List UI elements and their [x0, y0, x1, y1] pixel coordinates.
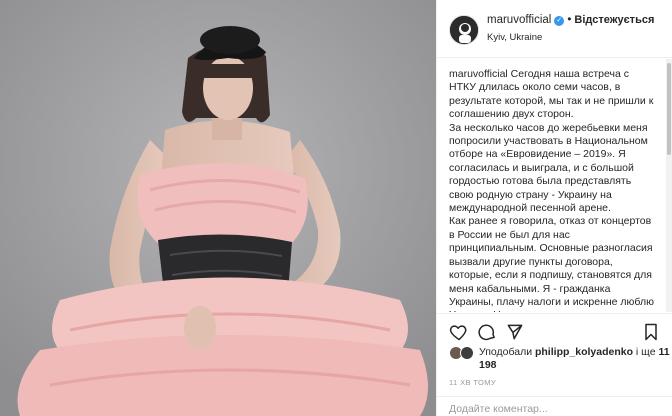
likes-prefix: Уподобали: [479, 346, 535, 358]
liker-username-link[interactable]: philipp_kolyadenko: [535, 346, 633, 358]
username-link[interactable]: maruvofficial: [487, 14, 551, 26]
caption-username-link[interactable]: maruvofficial: [449, 68, 508, 80]
location-link[interactable]: Kyiv, Ukraine: [487, 32, 542, 43]
post-timestamp[interactable]: 11 ХВ ТОМУ: [449, 378, 496, 387]
comment-box: [437, 396, 672, 416]
caption-paragraph: maruvofficial Сегодня наша встреча с НТК…: [449, 68, 657, 122]
action-bar: [437, 313, 672, 349]
post-header: maruvofficial ✓ • Відстежується Kyiv, Ukrai…: [437, 0, 672, 58]
heart-icon[interactable]: [449, 322, 469, 342]
comment-input[interactable]: [449, 402, 659, 416]
caption-paragraph: За несколько часов до жеребьевки меня по…: [449, 121, 648, 215]
bookmark-icon[interactable]: [641, 322, 661, 342]
caption-body: maruvofficial Сегодня наша встреча с НТК…: [437, 59, 665, 312]
caption-paragraph: Как ранее я говорила, отказ от концертов…: [449, 215, 654, 312]
likes-text: Уподобали philipp_kolyadenko і ще 11 198: [479, 346, 671, 372]
avatar[interactable]: [449, 15, 479, 45]
likes-middle: і ще: [633, 346, 659, 358]
avatar-image: [450, 16, 478, 44]
header-user-line: maruvofficial ✓ • Відстежується: [487, 14, 654, 26]
scrollbar-thumb[interactable]: [667, 63, 671, 155]
verified-badge-icon: ✓: [554, 16, 565, 26]
photo-illustration: [0, 0, 436, 416]
post-side-panel: maruvofficial ✓ • Відстежується Kyiv, Ukrai…: [436, 0, 672, 416]
share-icon[interactable]: [505, 322, 525, 342]
liker-avatar[interactable]: [460, 346, 474, 360]
follow-button[interactable]: Відстежується: [574, 14, 654, 26]
caption-scrollbar[interactable]: [666, 59, 672, 312]
comment-icon[interactable]: [477, 322, 497, 342]
separator-dot: •: [567, 14, 572, 26]
post-photo[interactable]: [0, 0, 436, 416]
